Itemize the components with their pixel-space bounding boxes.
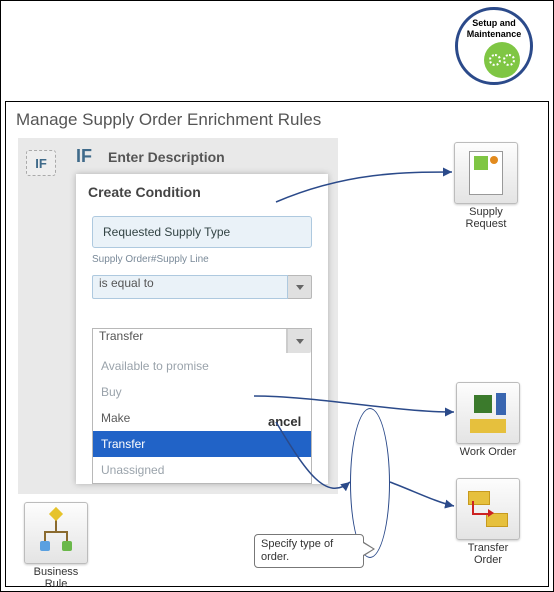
tile-work-order[interactable] xyxy=(456,382,520,444)
create-condition-card: Create Condition Requested Supply Type S… xyxy=(76,174,328,484)
label-work-order: Work Order xyxy=(453,446,523,458)
tile-transfer-order[interactable] xyxy=(456,478,520,540)
page-title: Manage Supply Order Enrichment Rules xyxy=(6,102,548,134)
business-rule-icon xyxy=(36,511,76,555)
field-requested-supply-type[interactable]: Requested Supply Type xyxy=(92,216,312,248)
chevron-down-icon xyxy=(296,285,304,290)
operator-select[interactable]: is equal to xyxy=(92,275,312,299)
option-available-to-promise[interactable]: Available to promise xyxy=(93,353,311,379)
value-selected: Transfer xyxy=(93,329,287,353)
document-icon xyxy=(469,151,503,195)
option-buy[interactable]: Buy xyxy=(93,379,311,405)
main-frame: Manage Supply Order Enrichment Rules IF … xyxy=(5,101,549,587)
setup-maintenance-badge: Setup and Maintenance xyxy=(455,7,533,85)
rule-panel: IF IF Enter Description Create Condition… xyxy=(18,138,338,494)
field-path: Supply Order#Supply Line xyxy=(92,254,312,265)
label-business-rule: Business Rule xyxy=(21,566,91,590)
tile-business-rule[interactable] xyxy=(24,502,88,564)
if-chip[interactable]: IF xyxy=(26,150,56,176)
option-transfer[interactable]: Transfer xyxy=(93,431,311,457)
create-condition-title: Create Condition xyxy=(76,174,328,210)
chevron-down-icon xyxy=(296,339,304,344)
work-order-icon xyxy=(466,393,510,433)
label-transfer-order: Transfer Order xyxy=(453,542,523,566)
option-unassigned[interactable]: Unassigned xyxy=(93,457,311,483)
enter-description[interactable]: Enter Description xyxy=(108,149,225,165)
label-supply-request: Supply Request xyxy=(451,206,521,230)
value-select[interactable]: Transfer xyxy=(93,329,311,353)
operator-chevron[interactable] xyxy=(288,275,312,299)
callout-specify-type: Specify type of order. xyxy=(254,534,364,568)
setup-maintenance-label: Setup and Maintenance xyxy=(458,18,530,40)
cancel-button[interactable]: ancel xyxy=(268,414,301,429)
field-label: Requested Supply Type xyxy=(103,225,230,239)
diagram-canvas: Setup and Maintenance Manage Supply Orde… xyxy=(0,0,554,592)
value-chevron[interactable] xyxy=(287,329,311,353)
value-dropdown: Transfer Available to promise Buy Make T… xyxy=(92,328,312,484)
if-label: IF xyxy=(76,146,92,167)
callout-text: Specify type of order. xyxy=(261,538,333,563)
transfer-order-icon xyxy=(466,489,510,529)
operator-value: is equal to xyxy=(92,275,288,299)
gears-icon xyxy=(484,42,520,78)
tile-supply-request[interactable] xyxy=(454,142,518,204)
